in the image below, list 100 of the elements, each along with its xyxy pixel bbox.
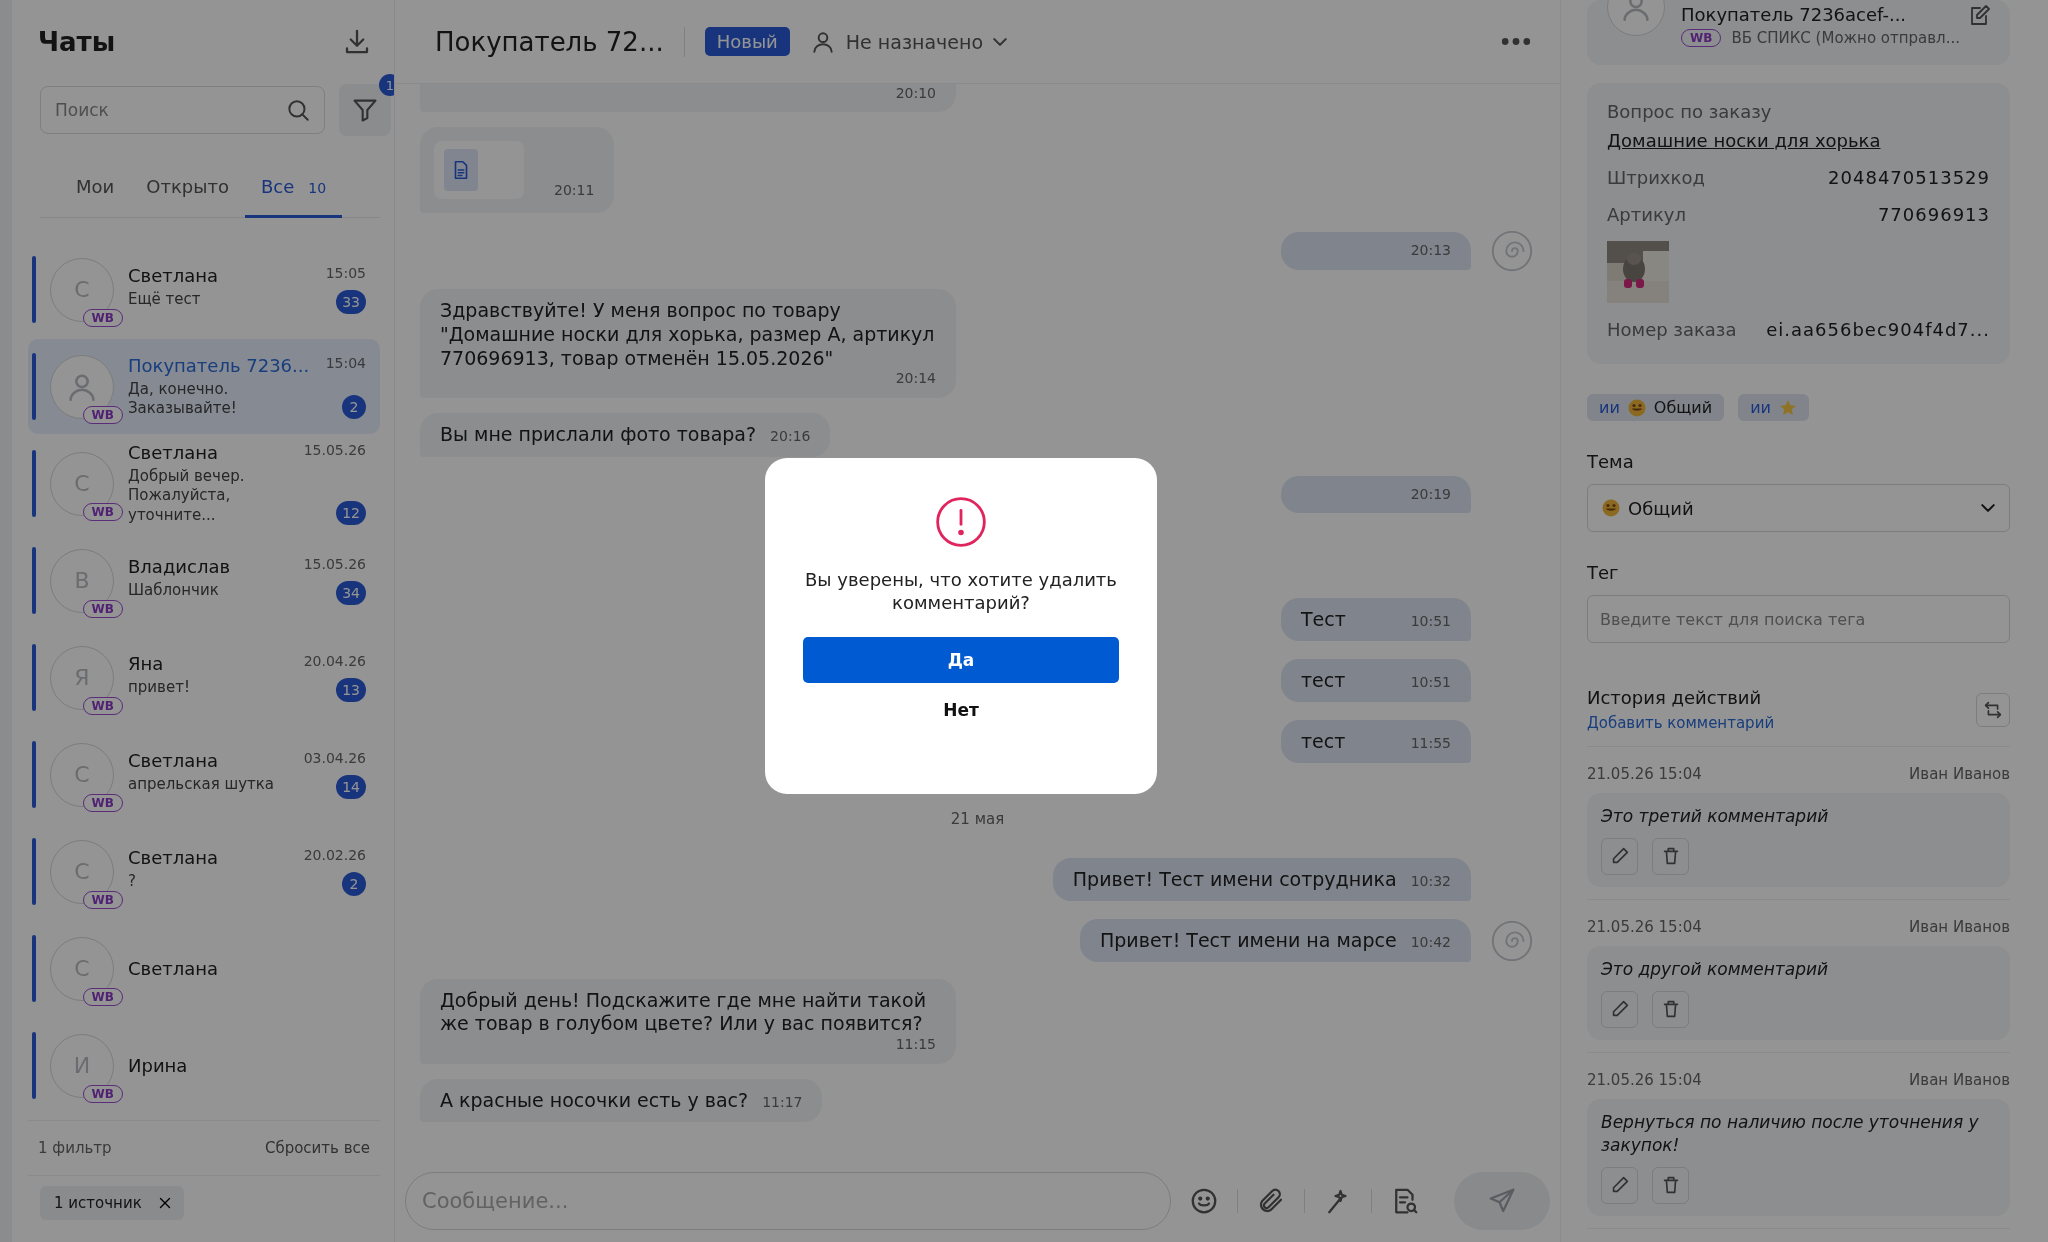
unread-indicator (32, 256, 36, 323)
smile-icon (1189, 1186, 1219, 1216)
message-text: Здравствуйте! У меня вопрос по товару "Домашние носки для хорька, размер А, артикул 770696913, товар отменён 15.05.2026" (440, 299, 936, 371)
product-link[interactable]: Домашние носки для хорька (1607, 130, 1990, 151)
star-icon (1778, 398, 1797, 417)
chat-name: Яна (128, 653, 165, 674)
chip-label: 1 источник (54, 1194, 142, 1212)
file-attachment[interactable] (434, 141, 524, 199)
message-time: 11:15 (895, 1036, 936, 1054)
comment-date: 21.05.26 15:04 (1587, 1070, 1702, 1089)
topic-dropdown[interactable]: Общий (1587, 484, 2010, 532)
section-title: История действий (1587, 687, 1763, 708)
message-time: 20:14 (895, 370, 936, 388)
add-comment-link[interactable]: Добавить комментарий (1587, 714, 1775, 732)
field-value: ei.aa656bec904f4d7... (1766, 319, 1990, 340)
source-badge: WB (82, 1084, 123, 1103)
chat-preview: привет! (128, 678, 191, 698)
unread-count-badge: 33 (336, 290, 366, 314)
edit-button[interactable] (1601, 1166, 1638, 1204)
message-time: 10:42 (1410, 933, 1451, 952)
comment-date: 21.05.26 15:04 (1587, 917, 1702, 936)
unread-indicator (32, 935, 36, 1002)
chat-name: Светлана (128, 847, 220, 868)
date-separator: 21 мая (950, 809, 1005, 828)
delete-button[interactable] (1652, 1166, 1689, 1204)
source-badge: WB (82, 890, 123, 909)
reset-all-link[interactable]: Сбросить все (264, 1139, 370, 1157)
caret-icon (993, 37, 1007, 46)
history-button[interactable] (1976, 692, 2010, 727)
dialog-message: Вы уверены, что хотите удалить комментарий? (804, 568, 1118, 615)
comment-text: Это третий комментарий (1601, 805, 1830, 828)
unread-indicator (32, 353, 36, 420)
caret-icon (1981, 504, 1995, 512)
message-time: 20:10 (895, 84, 936, 102)
message-text: Вы мне прислали фото товара? (440, 422, 757, 447)
message-text: Привет! Тест имени на марсе (1100, 928, 1397, 953)
source-badge: WB (82, 308, 123, 327)
delete-button[interactable] (1652, 837, 1689, 875)
comment-text: Это другой комментарий (1601, 957, 1830, 981)
chat-name: Покупатель 7236... (128, 354, 311, 376)
tag-chip[interactable]: ии Общий (1587, 394, 1725, 421)
chat-time: 15:05 (325, 265, 366, 283)
field-value: 2048470513529 (1828, 167, 1990, 188)
chat-item[interactable]: WB Покупатель 7236... 15:04 Да, конечно. Заказывайте! 2 (28, 339, 380, 434)
chat-preview: апрельская шутка (128, 775, 276, 795)
chat-name: Светлана (128, 265, 220, 286)
message-text: Добрый день! Подскажите где мне найти такой же товар в голубом цвете? Или у вас появится? (440, 988, 927, 1036)
tag-chip[interactable]: ии (1738, 394, 1809, 421)
confirm-button[interactable]: Да (803, 636, 1119, 683)
field-label: Номер заказа (1607, 319, 1737, 340)
unread-count-badge: 2 (342, 872, 366, 896)
message-text: Тест (1301, 607, 1346, 632)
unread-count-badge: 2 (342, 394, 366, 419)
message-time: 11:55 (1410, 734, 1451, 753)
unread-indicator (32, 547, 36, 614)
comment-author: Иван Иванов (1909, 917, 2010, 936)
filter-count-badge: 1 (379, 74, 394, 96)
tab[interactable]: Мои (60, 164, 131, 218)
field-label: Артикул (1607, 204, 1686, 225)
order-heading: Вопрос по заказу (1607, 101, 1773, 122)
chat-time: 20.04.26 (303, 653, 366, 671)
comment-author: Иван Иванов (1909, 765, 2010, 783)
unread-indicator (32, 1032, 36, 1099)
source-badge: WB (82, 502, 123, 521)
comment-author: Иван Иванов (1909, 1070, 2010, 1089)
chat-preview: Шаблончик (128, 581, 220, 601)
chat-name: Ирина (128, 1055, 189, 1076)
more-icon (1502, 38, 1530, 45)
filter-count: 1 фильтр (38, 1139, 112, 1157)
unread-indicator (32, 838, 36, 905)
unread-indicator (32, 450, 36, 517)
chat-name: Светлана (128, 958, 220, 979)
search-field[interactable]: Поиск (40, 86, 325, 134)
unread-count-badge: 13 (336, 678, 366, 702)
unread-indicator (32, 644, 36, 711)
chat-title: Покупатель 72... (435, 26, 685, 57)
assignee-dropdown[interactable]: Не назначено (809, 28, 1007, 55)
message-text: тест (1301, 668, 1346, 693)
unread-indicator (32, 741, 36, 808)
more-button[interactable] (1502, 38, 1530, 45)
message-text: тест (1301, 729, 1346, 754)
chat-preview: ? (128, 872, 137, 892)
tab[interactable]: Открыто (130, 164, 245, 218)
delete-button[interactable] (1652, 990, 1689, 1028)
emoji-face-icon (1602, 499, 1620, 517)
edit-button[interactable] (1601, 837, 1638, 875)
tab[interactable]: Все 10 (244, 164, 343, 218)
field-label: Штрихкод (1607, 167, 1705, 188)
source-badge: WB (82, 987, 123, 1006)
customer-name: Покупатель 7236acef-... (1681, 4, 1908, 25)
tag-search-field[interactable]: Введите текст для поиска тега (1587, 595, 2010, 643)
channel-name: ВБ СПИКС (Можно отправл... (1731, 29, 1960, 47)
chat-time: 03.04.26 (303, 750, 366, 768)
comment-text: Вернуться по наличию после уточнения у закупок! (1601, 1110, 1980, 1157)
chat-name: Светлана (128, 441, 220, 463)
chat-name: Светлана (128, 750, 220, 771)
field-label: Тема (1587, 451, 1635, 472)
cancel-button[interactable]: Нет (937, 698, 985, 721)
alert-icon (933, 494, 989, 550)
edit-button[interactable] (1601, 990, 1638, 1028)
